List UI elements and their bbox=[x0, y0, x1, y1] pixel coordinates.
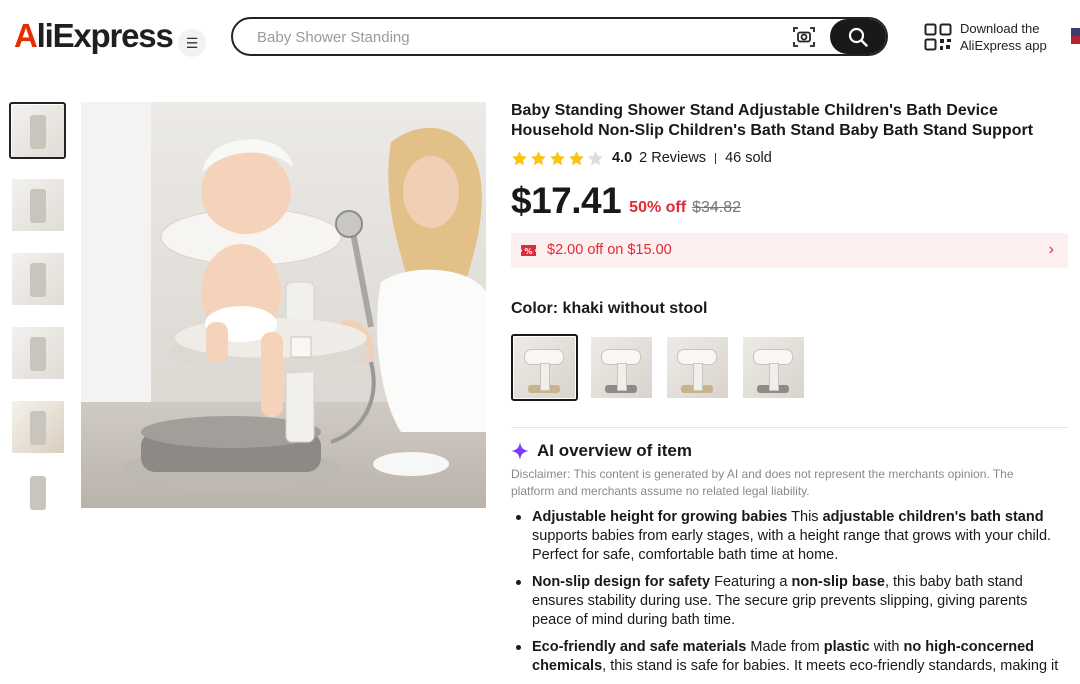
menu-button[interactable]: ☰ bbox=[178, 29, 206, 57]
site-header: AliExpress ☰ Download the AliExpress app bbox=[0, 0, 1080, 74]
thumbnail-image bbox=[11, 104, 64, 157]
ai-disclaimer: Disclaimer: This content is generated by… bbox=[511, 467, 1014, 498]
swatch-2[interactable] bbox=[588, 334, 655, 401]
thumbnail-image bbox=[11, 252, 64, 305]
thumbnail-image bbox=[11, 472, 64, 512]
sold-count: 46 sold bbox=[725, 150, 772, 166]
bullet-text: with bbox=[869, 639, 904, 655]
rating-row: 4.0 2 Reviews 46 sold bbox=[511, 149, 772, 167]
current-price: $17.41 bbox=[511, 180, 622, 221]
ai-overview-heading: AI overview of item bbox=[511, 440, 692, 462]
bullet-text: supports babies from early stages, with … bbox=[532, 528, 1052, 563]
download-app-link[interactable]: Download the AliExpress app bbox=[924, 20, 1074, 54]
search-button[interactable] bbox=[830, 19, 886, 54]
ai-sparkle-icon bbox=[511, 442, 529, 460]
download-app-text: Download the AliExpress app bbox=[960, 20, 1047, 54]
search-bar bbox=[231, 17, 888, 56]
thumbnail-4[interactable] bbox=[9, 324, 66, 381]
hamburger-icon: ☰ bbox=[185, 34, 199, 51]
ai-overview-bullet: Eco-friendly and safe materials Made fro… bbox=[511, 638, 1068, 676]
bullet-text: This bbox=[787, 509, 823, 525]
thumbnail-6[interactable] bbox=[9, 472, 66, 512]
swatch-base bbox=[681, 385, 713, 393]
section-divider bbox=[511, 427, 1068, 428]
price-row: $17.41 50% off $34.82 bbox=[511, 178, 741, 222]
bullet-bold-text: plastic bbox=[823, 639, 870, 655]
ai-overview-bullet: Adjustable height for growing babies Thi… bbox=[511, 508, 1068, 565]
swatch-base bbox=[528, 385, 560, 393]
chevron-right-icon: › bbox=[1048, 241, 1054, 258]
search-icon bbox=[848, 27, 868, 47]
star-icon bbox=[569, 150, 584, 165]
star-icon bbox=[512, 150, 527, 165]
coupon-icon: % bbox=[521, 245, 536, 256]
original-price: $34.82 bbox=[692, 199, 742, 216]
swatch-base bbox=[757, 385, 789, 393]
star-icon bbox=[531, 150, 546, 165]
rating-value: 4.0 bbox=[612, 150, 633, 166]
coupon-banner[interactable]: % $2.00 off on $15.00 › bbox=[511, 233, 1068, 268]
thumbnail-1[interactable] bbox=[9, 102, 66, 159]
thumbnail-2[interactable] bbox=[9, 176, 66, 233]
aliexpress-logo[interactable]: AliExpress bbox=[14, 17, 174, 55]
qr-code-icon bbox=[924, 23, 952, 51]
swatch-3[interactable] bbox=[664, 334, 731, 401]
ai-overview-bullet: Non-slip design for safety Featuring a n… bbox=[511, 573, 1068, 630]
bullet-text: Featuring a bbox=[710, 574, 792, 590]
product-photo bbox=[81, 102, 486, 508]
main-product-image[interactable] bbox=[81, 102, 486, 508]
swatch-image bbox=[743, 337, 804, 398]
coupon-text: $2.00 off on $15.00 bbox=[547, 242, 672, 258]
thumbnail-image bbox=[11, 178, 64, 231]
ai-overview-bullets: Adjustable height for growing babies Thi… bbox=[511, 508, 1068, 684]
swatch-image bbox=[667, 337, 728, 398]
country-flag-icon[interactable] bbox=[1071, 28, 1080, 44]
swatch-image bbox=[591, 337, 652, 398]
thumbnail-3[interactable] bbox=[9, 250, 66, 307]
thumbnail-image bbox=[11, 326, 64, 379]
camera-search-icon[interactable] bbox=[792, 26, 816, 48]
discount-badge: 50% off bbox=[629, 199, 687, 216]
reviews-link[interactable]: 2 Reviews bbox=[639, 150, 706, 166]
bullet-bold-text: Adjustable height for growing babies bbox=[532, 509, 788, 525]
download-app-line2: AliExpress app bbox=[960, 38, 1047, 53]
bullet-text: , this stand is safe for babies. It meet… bbox=[602, 658, 1059, 674]
bullet-bold-text: Non-slip design for safety bbox=[532, 574, 711, 590]
product-title: Baby Standing Shower Stand Adjustable Ch… bbox=[511, 102, 1034, 139]
ai-overview-title: AI overview of item bbox=[537, 441, 692, 460]
star-rating[interactable] bbox=[511, 150, 604, 167]
search-input[interactable] bbox=[257, 26, 777, 48]
swatch-base bbox=[605, 385, 637, 393]
color-label: Color: khaki without stool bbox=[511, 300, 708, 317]
bullet-text: Made from bbox=[746, 639, 824, 655]
swatch-image bbox=[514, 337, 575, 398]
swatch-khaki-without-stool[interactable] bbox=[511, 334, 578, 401]
svg-text:%: % bbox=[524, 247, 532, 256]
bullet-bold-text: non-slip base bbox=[791, 574, 885, 590]
bullet-bold-text: adjustable children's bath stand bbox=[822, 509, 1044, 525]
download-app-line1: Download the bbox=[960, 21, 1040, 36]
bullet-bold-text: Eco-friendly and safe materials bbox=[532, 639, 747, 655]
thumbnail-image bbox=[11, 400, 64, 453]
thumbnail-5[interactable] bbox=[9, 398, 66, 455]
star-icon bbox=[550, 150, 565, 165]
separator bbox=[715, 152, 717, 164]
swatch-4[interactable] bbox=[740, 334, 807, 401]
star-icon bbox=[588, 150, 603, 165]
